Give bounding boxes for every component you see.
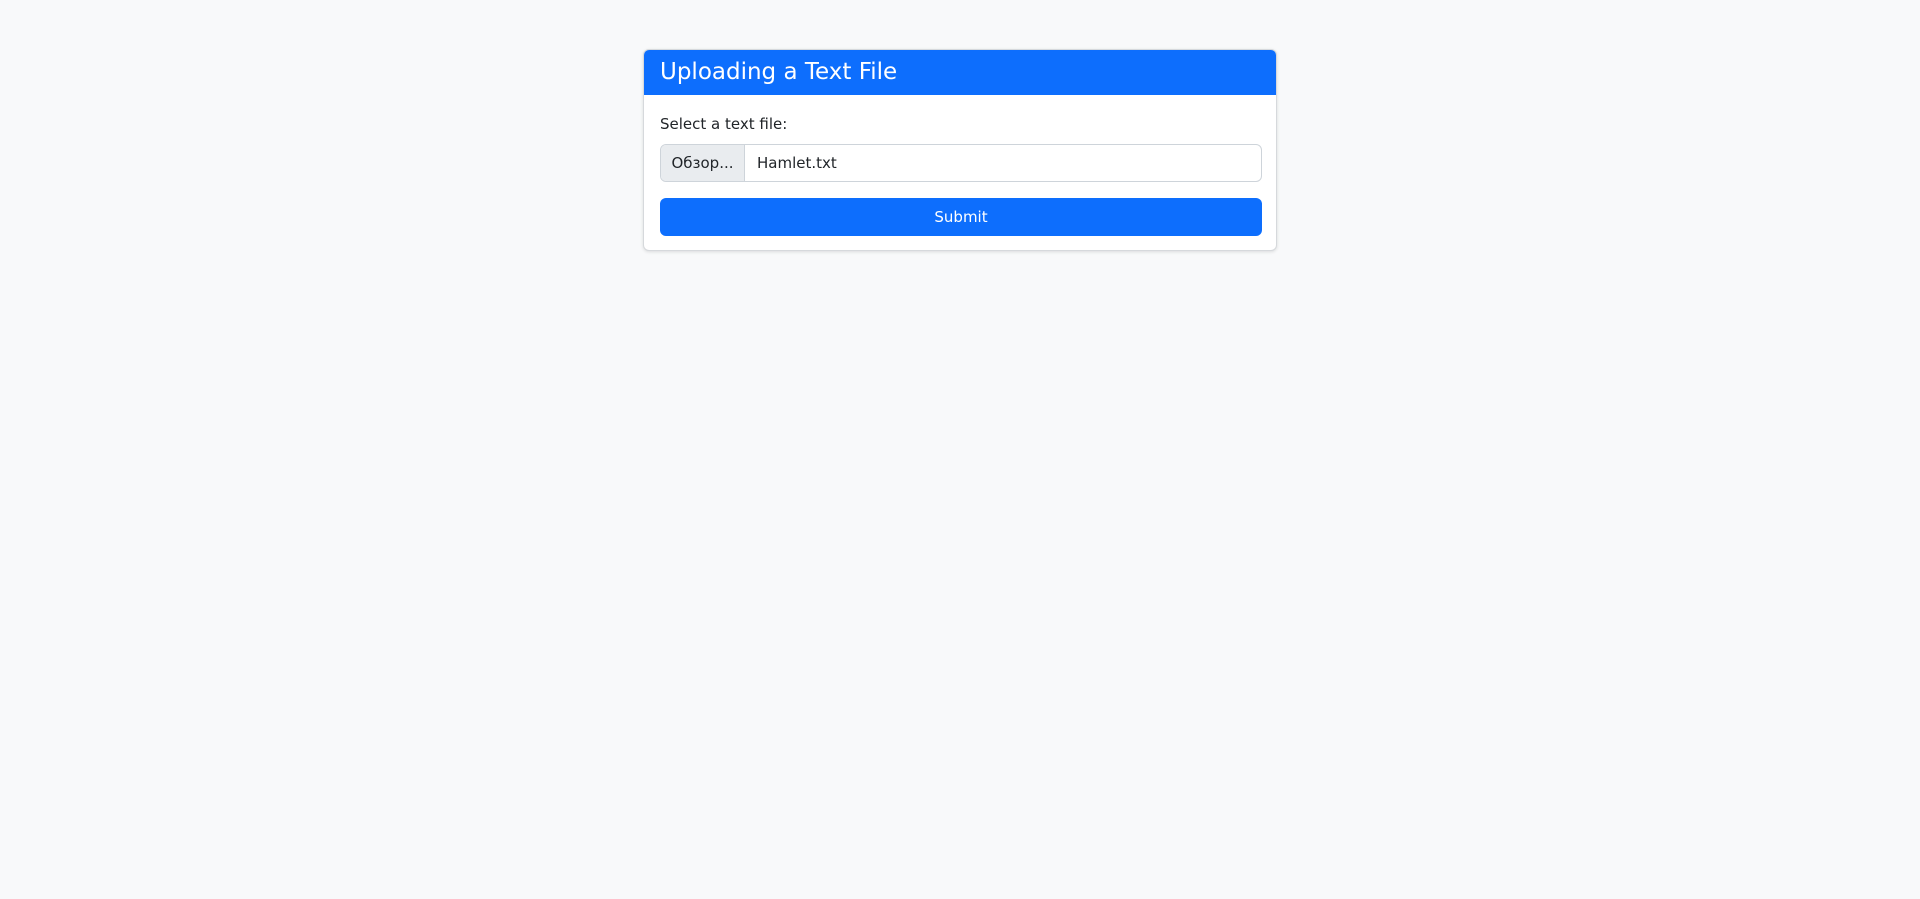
card-header: Uploading a Text File <box>644 50 1276 95</box>
upload-form: Select a text file: Обзор... Hamlet.txt … <box>644 115 1276 236</box>
selected-file-name[interactable]: Hamlet.txt <box>745 145 1261 181</box>
upload-card: Uploading a Text File Select a text file… <box>643 49 1277 251</box>
browse-button[interactable]: Обзор... <box>661 145 745 181</box>
file-select-label: Select a text file: <box>660 115 788 133</box>
file-input[interactable]: Обзор... Hamlet.txt <box>660 144 1262 182</box>
submit-button[interactable]: Submit <box>660 198 1262 236</box>
page-title: Uploading a Text File <box>660 59 898 85</box>
